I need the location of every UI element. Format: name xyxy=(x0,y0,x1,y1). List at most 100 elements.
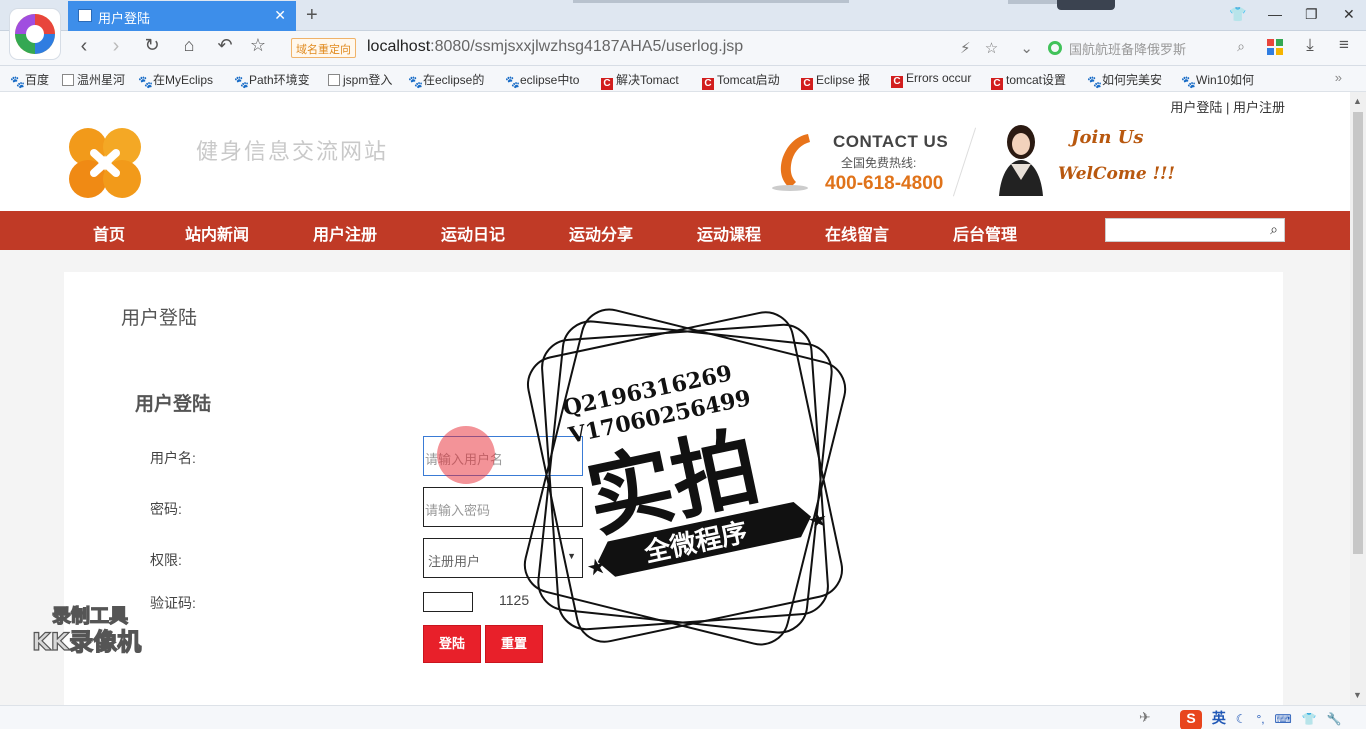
bookmark-item[interactable]: 🐾在eclipse的 xyxy=(408,71,484,89)
site-title: 健身信息交流网站 xyxy=(196,140,389,165)
watermark-stamp: Q2196316269 V17060256499 实拍 全微程序 ★ ★ xyxy=(523,308,847,646)
close-window-button[interactable]: ✕ xyxy=(1343,6,1355,23)
top-links[interactable]: 用户登陆 | 用户注册 xyxy=(1170,97,1285,116)
csdn-icon: C xyxy=(601,78,613,90)
menu-item-register[interactable]: 用户注册 xyxy=(313,221,377,245)
bookmark-item[interactable]: C Eclipse 报 xyxy=(801,71,870,90)
punctuation-icon[interactable]: °, xyxy=(1256,712,1264,726)
login-button[interactable]: 登陆 xyxy=(423,625,481,663)
refresh-icon[interactable]: ↻ xyxy=(140,35,164,56)
bookmark-star-icon[interactable]: ☆ xyxy=(246,35,270,56)
watermark-line-1: 录制工具 xyxy=(52,604,128,627)
lightning-icon[interactable]: ⚡ xyxy=(960,40,971,57)
address-bar[interactable]: localhost:8080/ssmjsxxjlwzhsg4187AHA5/us… xyxy=(367,38,743,56)
ime-language[interactable]: 英 xyxy=(1212,710,1226,726)
rocket-icon[interactable]: ✈ xyxy=(1139,709,1151,726)
maximize-button[interactable]: ❐ xyxy=(1305,6,1318,23)
menu-item-home[interactable]: 首页 xyxy=(93,221,125,245)
menu-item-share[interactable]: 运动分享 xyxy=(569,221,633,245)
document-icon xyxy=(328,74,340,86)
forward-icon[interactable]: › xyxy=(104,35,128,58)
favorite-star-icon[interactable]: ☆ xyxy=(985,40,998,57)
search-engine-icon xyxy=(1048,41,1062,55)
document-icon xyxy=(62,74,74,86)
join-us-text: Join Us xyxy=(1071,127,1144,148)
bookmarks-bar: 🐾百度 温州星河 🐾在MyEclips 🐾Path环境变 jspm登入 🐾在ec… xyxy=(0,66,1366,92)
main-menu: 首页 站内新闻 用户注册 运动日记 运动分享 运动课程 在线留言 后台管理 ⌕ xyxy=(0,211,1350,250)
paw-icon: 🐾 xyxy=(138,75,153,89)
welcome-text: WelCome !!! xyxy=(1058,164,1175,184)
scroll-down-icon[interactable]: ▼ xyxy=(1353,690,1362,700)
bookmark-item[interactable]: C Errors occur xyxy=(891,71,971,88)
bookmark-item[interactable]: 🐾如何完美安 xyxy=(1087,71,1162,89)
csdn-icon: C xyxy=(891,76,903,88)
captcha-input[interactable] xyxy=(423,592,473,612)
address-path: :8080/ssmjsxxjlwzhsg4187AHA5/userlog.jsp xyxy=(430,38,744,55)
undo-icon[interactable]: ↶ xyxy=(213,35,237,56)
menu-item-news[interactable]: 站内新闻 xyxy=(185,221,249,245)
scrollbar-thumb[interactable] xyxy=(1353,112,1363,554)
skin-icon[interactable]: 👕 xyxy=(1302,712,1317,726)
contact-subtitle: 全国免费热线: xyxy=(841,156,917,170)
menu-item-courses[interactable]: 运动课程 xyxy=(697,221,761,245)
woman-photo xyxy=(999,125,1043,196)
paw-icon: 🐾 xyxy=(10,75,25,89)
tab-strip-decoration xyxy=(1057,0,1115,10)
home-icon[interactable]: ⌂ xyxy=(177,35,201,56)
menu-item-admin[interactable]: 后台管理 xyxy=(953,221,1017,245)
role-label: 权限: xyxy=(150,552,182,568)
tab-close-icon[interactable]: ✕ xyxy=(274,7,286,24)
download-icon[interactable]: ⤓ xyxy=(1298,35,1322,55)
skin-icon[interactable]: 👕 xyxy=(1229,6,1246,23)
tools-icon[interactable]: 🔧 xyxy=(1327,712,1342,726)
click-indicator xyxy=(437,426,495,484)
new-tab-button[interactable]: + xyxy=(306,4,318,27)
dropdown-chevron-icon[interactable]: ⌄ xyxy=(1020,40,1033,57)
bookmark-item[interactable]: 🐾在MyEclips xyxy=(138,71,213,89)
paw-icon: 🐾 xyxy=(408,75,423,89)
bookmark-item[interactable]: 🐾百度 xyxy=(10,71,49,89)
tab-title: 用户登陆 xyxy=(98,11,151,26)
moon-icon[interactable]: ☾ xyxy=(1236,712,1247,726)
bookmark-item[interactable]: 温州星河 xyxy=(62,71,125,88)
menu-item-diary[interactable]: 运动日记 xyxy=(441,221,505,245)
menu-icon[interactable]: ≡ xyxy=(1332,35,1356,55)
contact-phone: 400-618-4800 xyxy=(825,173,944,194)
csdn-icon: C xyxy=(702,78,714,90)
bookmark-item[interactable]: C Tomcat启动 xyxy=(702,71,780,90)
phone-icon xyxy=(772,134,810,191)
active-tab[interactable]: 用户登陆 ✕ xyxy=(68,1,296,31)
navigation-bar: ‹ › ↻ ⌂ ↶ ☆ 域名重定向 localhost:8080/ssmjsxx… xyxy=(0,31,1366,66)
browser-logo-icon[interactable] xyxy=(10,9,60,59)
search-box[interactable]: 国航航班备降俄罗斯 ⌕ xyxy=(1043,36,1253,60)
bookmark-item[interactable]: jspm登入 xyxy=(328,71,392,88)
search-icon[interactable]: ⌕ xyxy=(1237,38,1245,55)
apps-grid-icon[interactable] xyxy=(1267,39,1283,55)
ime-toolbar[interactable]: S 英 ☾ °, ⌨ 👕 🔧 xyxy=(1180,708,1341,729)
tab-strip: 用户登陆 ✕ + 👕 — ❐ ✕ xyxy=(0,0,1366,31)
more-bookmarks-icon[interactable]: » xyxy=(1335,70,1342,85)
paw-icon: 🐾 xyxy=(234,75,249,89)
bookmark-item[interactable]: 🐾eclipse中to xyxy=(505,71,579,89)
back-icon[interactable]: ‹ xyxy=(72,35,96,58)
tab-strip-decoration xyxy=(573,0,849,3)
site-search-input[interactable]: ⌕ xyxy=(1105,218,1285,242)
bookmark-item[interactable]: C 解决Tomact xyxy=(601,71,679,90)
header-divider xyxy=(952,127,977,197)
sogou-logo-icon[interactable]: S xyxy=(1180,710,1202,729)
site-logo[interactable] xyxy=(66,125,144,201)
minimize-button[interactable]: — xyxy=(1268,6,1282,22)
bookmark-item[interactable]: Ctomcat设置 xyxy=(991,71,1066,90)
csdn-icon: C xyxy=(801,78,813,90)
bookmark-item[interactable]: 🐾Path环境变 xyxy=(234,71,310,89)
redirect-badge[interactable]: 域名重定向 xyxy=(291,38,356,58)
scroll-up-icon[interactable]: ▲ xyxy=(1353,96,1362,106)
menu-item-messages[interactable]: 在线留言 xyxy=(825,221,889,245)
page-scrollbar[interactable]: ▲ ▼ xyxy=(1350,92,1366,705)
page-favicon-icon xyxy=(78,9,92,22)
keyboard-icon[interactable]: ⌨ xyxy=(1274,712,1291,726)
recorder-watermark: 录制工具 KK录像机 xyxy=(31,603,141,656)
search-icon[interactable]: ⌕ xyxy=(1270,221,1278,238)
username-label: 用户名: xyxy=(150,450,196,466)
bookmark-item[interactable]: 🐾Win10如何 xyxy=(1181,71,1254,89)
